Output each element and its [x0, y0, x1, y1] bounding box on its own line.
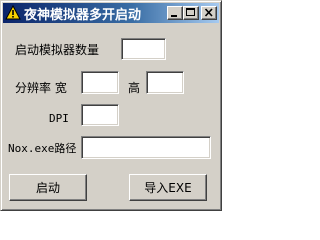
titlebar-buttons: [167, 6, 217, 20]
resolution-height-input[interactable]: [146, 71, 184, 94]
nox-path-label: Nox.exe路径: [8, 142, 77, 155]
start-button[interactable]: 启动: [9, 174, 87, 201]
emulator-count-label: 启动模拟器数量: [15, 43, 100, 57]
minimize-icon: [171, 15, 177, 17]
dpi-label: DPI: [49, 112, 69, 125]
resolution-width-input[interactable]: [81, 71, 119, 94]
dpi-input[interactable]: [81, 104, 119, 126]
warning-triangle-icon: [5, 5, 21, 20]
nox-path-input[interactable]: [81, 136, 211, 159]
resolution-width-label: 分辨率 宽: [15, 81, 67, 95]
close-button[interactable]: [201, 6, 217, 20]
import-exe-button[interactable]: 导入EXE: [129, 174, 207, 201]
close-icon: [204, 8, 213, 17]
window-title: 夜神模拟器多开启动: [24, 7, 142, 23]
resolution-height-label: 高: [128, 81, 141, 95]
emulator-count-input[interactable]: [121, 38, 166, 60]
maximize-button[interactable]: [183, 6, 199, 20]
app-window: 夜神模拟器多开启动 启动模拟器数量 分辨率 宽 高 DPI Nox.exe路径 …: [0, 0, 222, 211]
title-bar[interactable]: 夜神模拟器多开启动: [3, 3, 219, 23]
maximize-icon: [186, 8, 195, 16]
minimize-button[interactable]: [167, 6, 183, 20]
